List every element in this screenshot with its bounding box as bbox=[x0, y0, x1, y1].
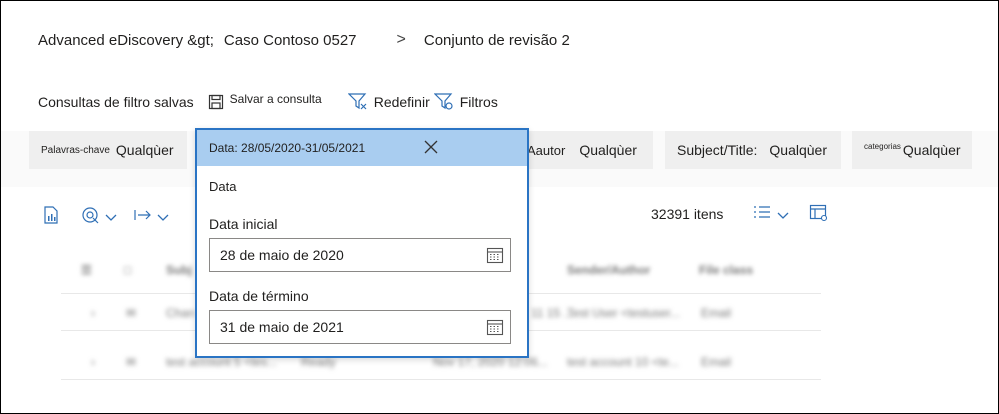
close-icon[interactable] bbox=[423, 139, 439, 158]
date-filter-popup: Data: 28/05/2020-31/05/2021 Data Data in… bbox=[195, 128, 529, 358]
export-arrow-icon[interactable] bbox=[133, 208, 153, 227]
row-file-class: Email bbox=[701, 306, 732, 320]
filter-toolbar: Consultas de filtro salvas Salvar a cons… bbox=[38, 92, 498, 111]
end-date-label: Data de término bbox=[209, 288, 309, 304]
column-header-sender[interactable]: Sender/Author bbox=[567, 263, 650, 277]
author-filter-label: Aautor bbox=[527, 142, 566, 158]
filter-clear-icon bbox=[347, 93, 368, 111]
subject-filter-chip[interactable]: Subject/Title: Qualqùer bbox=[665, 131, 841, 169]
author-filter-value: Qualqùer bbox=[579, 142, 637, 158]
reset-label: Redefinir bbox=[373, 94, 430, 110]
chevron-down-icon[interactable] bbox=[157, 209, 169, 227]
chevron-down-icon[interactable] bbox=[777, 207, 789, 225]
start-date-field[interactable]: 28 de maio de 2020 bbox=[209, 238, 511, 272]
calendar-icon[interactable] bbox=[480, 246, 510, 264]
subject-filter-value: Qualqùer bbox=[769, 142, 827, 158]
breadcrumb-case[interactable]: Caso Contoso 0527 bbox=[224, 32, 357, 49]
expand-chevron-icon[interactable]: › bbox=[91, 355, 95, 369]
doc-type-icon: □ bbox=[124, 263, 132, 277]
breadcrumb-app[interactable]: Advanced eDiscovery &gt; bbox=[38, 32, 214, 49]
breadcrumb-review-set: Conjunto de revisão 2 bbox=[423, 31, 570, 49]
row-file-class: Email bbox=[701, 355, 732, 369]
view-commands bbox=[753, 204, 829, 227]
filter-settings-icon bbox=[433, 93, 454, 111]
email-icon: ✉ bbox=[126, 355, 137, 369]
keywords-filter-value: Qualqùer bbox=[115, 142, 174, 158]
keywords-filter-chip[interactable]: Palavras-chave Qualqùer bbox=[29, 131, 187, 169]
filters-label: Filtros bbox=[459, 94, 498, 110]
reset-button[interactable]: Redefinir bbox=[347, 93, 430, 111]
select-all-icon[interactable]: ☰ bbox=[81, 263, 92, 277]
saved-queries-link[interactable]: Consultas de filtro salvas bbox=[38, 94, 194, 110]
categories-filter-chip[interactable]: categorias Qualqùer bbox=[852, 131, 972, 169]
chevron-right-icon: > bbox=[396, 31, 406, 48]
list-commands bbox=[43, 206, 169, 229]
save-query-button[interactable]: Salvar a consulta bbox=[208, 92, 322, 110]
email-icon: ✉ bbox=[126, 306, 137, 320]
breadcrumb: Advanced eDiscovery &gt; Caso Contoso 05… bbox=[38, 31, 570, 49]
date-filter-chip[interactable]: Data: 28/05/2020-31/05/2021 bbox=[197, 130, 527, 166]
keywords-filter-label: Palavras-chave bbox=[41, 144, 110, 156]
row-subject: Chan bbox=[166, 306, 195, 320]
filters-button[interactable]: Filtros bbox=[433, 93, 498, 111]
item-count: 32391 itens bbox=[651, 206, 724, 222]
tag-icon[interactable] bbox=[81, 206, 101, 229]
window: Advanced eDiscovery &gt; Caso Contoso 05… bbox=[0, 0, 999, 414]
row-sender: Test User <testuser... bbox=[567, 306, 681, 320]
row-sender: test account 10 <te... bbox=[567, 355, 679, 369]
categories-filter-value: Qualqùer bbox=[902, 142, 961, 158]
date-filter-summary: Data: 28/05/2020-31/05/2021 bbox=[209, 141, 366, 155]
date-filter-title: Data bbox=[209, 179, 237, 194]
chevron-down-icon[interactable] bbox=[105, 209, 117, 227]
expand-chevron-icon[interactable]: › bbox=[91, 306, 95, 320]
subject-filter-label: Subject/Title: bbox=[677, 142, 758, 158]
column-settings-icon[interactable] bbox=[809, 204, 829, 227]
save-icon bbox=[208, 94, 224, 110]
column-header-file-class[interactable]: File class bbox=[699, 263, 753, 277]
start-date-value: 28 de maio de 2020 bbox=[220, 247, 344, 263]
save-query-label: Salvar a consulta bbox=[229, 92, 322, 106]
list-view-icon[interactable] bbox=[753, 205, 771, 226]
calendar-icon[interactable] bbox=[480, 318, 510, 336]
end-date-value: 31 de maio de 2021 bbox=[220, 319, 344, 335]
categories-filter-label: categorias bbox=[864, 141, 901, 151]
start-date-label: Data inicial bbox=[209, 216, 278, 232]
end-date-field[interactable]: 31 de maio de 2021 bbox=[209, 310, 511, 344]
report-icon[interactable] bbox=[43, 206, 59, 229]
column-header-subject[interactable]: Subj bbox=[166, 263, 192, 277]
